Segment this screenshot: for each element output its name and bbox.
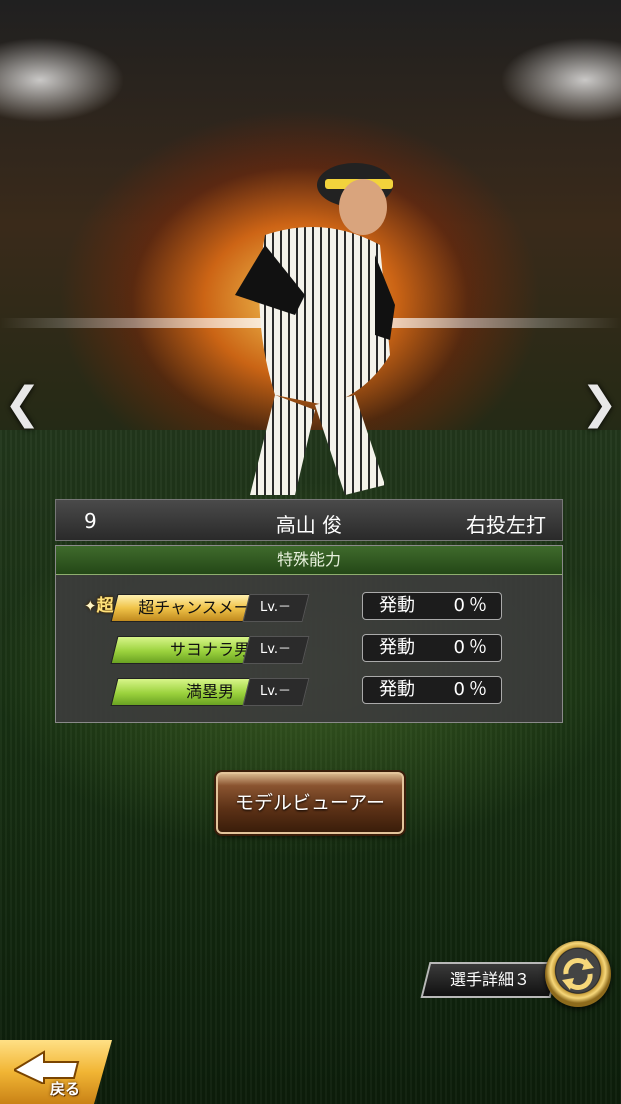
activation-label: 発動 [379, 637, 415, 658]
ability-row[interactable]: 満塁男 Lv.－ 発動 0％ [56, 676, 562, 706]
model-viewer-button[interactable]: モデルビューアー [216, 772, 404, 834]
activation-value: 0％ [453, 679, 491, 700]
ability-level: Lv.－ [242, 678, 310, 706]
ability-row[interactable]: サヨナラ男 Lv.－ 発動 0％ [56, 634, 562, 664]
activation-label: 発動 [379, 595, 415, 616]
ability-level: Lv.－ [242, 636, 310, 664]
activation-value: 0％ [453, 595, 491, 616]
activation-label: 発動 [379, 679, 415, 700]
ability-level: Lv.－ [242, 594, 310, 622]
ability-row[interactable]: ✦超 超チャンスメーカー Lv.－ 発動 0％ [56, 592, 562, 622]
previous-player-arrow-icon[interactable]: ❮ [4, 380, 41, 428]
activation-rate-box: 発動 0％ [362, 676, 502, 704]
player-handedness: 右投左打 [466, 513, 546, 537]
activation-rate-box: 発動 0％ [362, 592, 502, 620]
special-abilities-panel: 特殊能力 ✦超 超チャンスメーカー Lv.－ 発動 0％ サヨナラ男 Lv.－ … [55, 545, 563, 723]
back-label: 戻る [50, 1080, 81, 1098]
next-player-arrow-icon[interactable]: ❯ [581, 380, 618, 428]
switch-icon[interactable] [545, 941, 611, 1007]
back-button[interactable]: 戻る [0, 1040, 112, 1104]
player-detail-label: 選手詳細３ [449, 970, 530, 989]
panel-title: 特殊能力 [56, 546, 562, 575]
activation-value: 0％ [453, 637, 491, 658]
player-image [235, 163, 395, 495]
player-detail-button[interactable]: 選手詳細３ [420, 962, 560, 998]
activation-rate-box: 発動 0％ [362, 634, 502, 662]
player-info-bar: 9 高山 俊 右投左打 [55, 499, 563, 541]
